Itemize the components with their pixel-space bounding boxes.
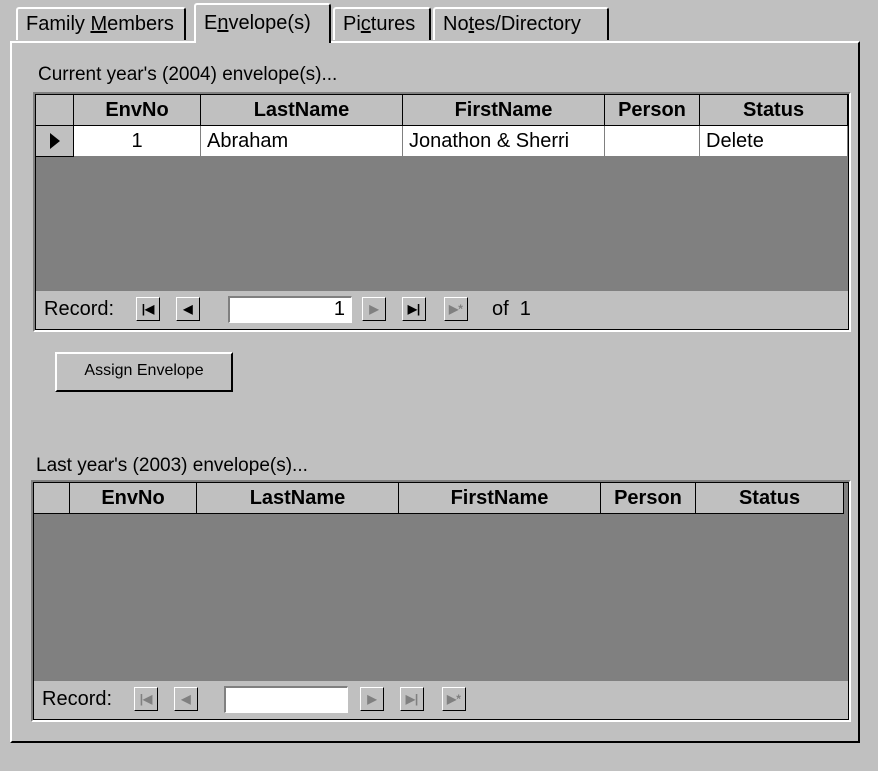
next-record-button[interactable]: ▶	[362, 297, 386, 321]
cell-firstname[interactable]: Jonathon & Sherri	[403, 126, 605, 157]
datasheet-frame: EnvNo LastName FirstName Person Status 1…	[35, 94, 849, 330]
record-navigation-bar: Record: |◀ ◀ 1 ▶ ▶| ▶* of 1	[36, 290, 848, 329]
column-header-person[interactable]: Person	[605, 95, 700, 126]
tab-label-pre: E	[204, 12, 218, 34]
previous-record-button[interactable]: ◀	[176, 297, 200, 321]
next-record-icon: ▶	[369, 302, 379, 316]
next-record-button[interactable]: ▶	[360, 687, 384, 711]
column-header-status[interactable]: Status	[700, 95, 848, 126]
previous-record-icon: ◀	[183, 302, 193, 316]
previous-record-icon: ◀	[181, 692, 191, 706]
record-number-input[interactable]	[224, 686, 348, 713]
record-label: Record:	[44, 298, 115, 320]
record-number-input[interactable]: 1	[228, 296, 352, 323]
last-record-button[interactable]: ▶|	[400, 687, 424, 711]
first-record-button[interactable]: |◀	[134, 687, 158, 711]
first-record-button[interactable]: |◀	[136, 297, 160, 321]
current-row-pointer-icon	[50, 133, 60, 149]
row-selector-header	[36, 95, 74, 126]
datasheet-frame: EnvNo LastName FirstName Person Status R…	[33, 482, 849, 720]
tab-label-post: es/Directory	[474, 13, 581, 35]
assign-envelope-button[interactable]: Assign Envelope	[55, 352, 233, 392]
record-navigation-bar: Record: |◀ ◀ ▶ ▶| ▶*	[34, 680, 848, 719]
next-record-icon: ▶	[367, 692, 377, 706]
tab-envelopes[interactable]: Envelope(s)	[194, 3, 331, 43]
column-header-firstname[interactable]: FirstName	[399, 483, 601, 514]
last-year-caption: Last year's (2003) envelope(s)...	[36, 455, 308, 476]
new-record-icon: ▶*	[447, 692, 461, 706]
tab-accel: c	[360, 13, 371, 35]
column-header-lastname[interactable]: LastName	[201, 95, 403, 126]
last-record-icon: ▶|	[407, 302, 421, 316]
new-record-button[interactable]: ▶*	[444, 297, 468, 321]
tab-label-pre: Pi	[343, 13, 361, 35]
column-header-person[interactable]: Person	[601, 483, 696, 514]
cell-status[interactable]: Delete	[700, 126, 848, 157]
tab-family-members[interactable]: Family Members	[16, 7, 186, 40]
first-record-icon: |◀	[139, 692, 153, 706]
tab-notes-directory[interactable]: Notes/Directory	[433, 7, 609, 40]
column-header-lastname[interactable]: LastName	[197, 483, 399, 514]
current-year-caption: Current year's (2004) envelope(s)...	[38, 64, 338, 85]
tab-accel: M	[90, 13, 108, 35]
row-selector-header	[34, 483, 70, 514]
current-envelopes-datasheet[interactable]: EnvNo LastName FirstName Person Status 1…	[33, 92, 851, 332]
tab-label-pre: No	[443, 13, 469, 35]
record-count: of 1	[492, 298, 531, 320]
tab-label-post: embers	[107, 13, 174, 35]
cell-person[interactable]	[605, 126, 700, 157]
row-selector[interactable]	[36, 126, 74, 157]
tab-label-post: velope(s)	[228, 12, 311, 34]
cell-lastname[interactable]: Abraham	[201, 126, 403, 157]
column-header-envno[interactable]: EnvNo	[70, 483, 197, 514]
last-record-button[interactable]: ▶|	[402, 297, 426, 321]
column-header-envno[interactable]: EnvNo	[74, 95, 201, 126]
last-record-icon: ▶|	[405, 692, 419, 706]
new-record-icon: ▶*	[449, 302, 463, 316]
tab-label-pre: Family	[26, 13, 91, 35]
tab-accel: n	[217, 12, 229, 34]
tab-label-post: tures	[370, 13, 416, 35]
cell-envno[interactable]: 1	[74, 126, 201, 157]
tab-pictures[interactable]: Pictures	[333, 7, 431, 40]
column-header-status[interactable]: Status	[696, 483, 844, 514]
previous-record-button[interactable]: ◀	[174, 687, 198, 711]
record-label: Record:	[42, 688, 113, 710]
last-envelopes-datasheet[interactable]: EnvNo LastName FirstName Person Status R…	[31, 480, 851, 722]
new-record-button[interactable]: ▶*	[442, 687, 466, 711]
column-header-firstname[interactable]: FirstName	[403, 95, 605, 126]
first-record-icon: |◀	[141, 302, 155, 316]
